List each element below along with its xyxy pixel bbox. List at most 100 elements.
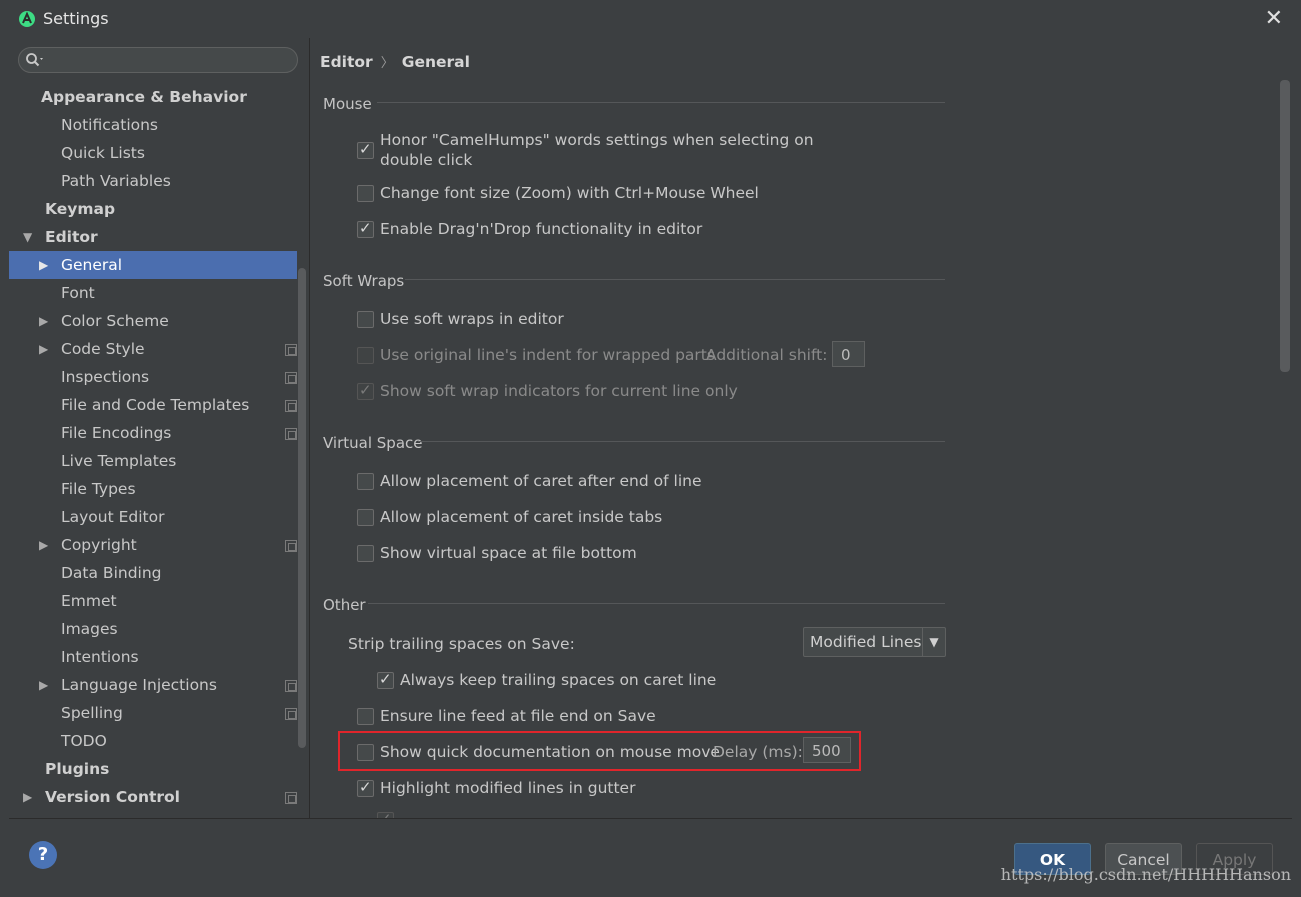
keep-trailing-checkbox[interactable]: [377, 670, 394, 689]
settings-sidebar: Appearance & Behavior Notifications Quick …: [9, 38, 310, 818]
sidebar-item[interactable]: Layout Editor: [9, 503, 297, 531]
sidebar-item[interactable]: Spelling: [9, 699, 297, 727]
sidebar-item[interactable]: Live Templates: [9, 447, 297, 475]
virtual-bottom-label: Show virtual space at file bottom: [380, 544, 637, 562]
close-icon[interactable]: ✕: [1265, 6, 1283, 32]
sidebar-item[interactable]: Images: [9, 615, 297, 643]
quick-doc-label: Show quick documentation on mouse move: [380, 743, 720, 761]
collapsed-arrow-icon[interactable]: ▶: [23, 783, 32, 811]
collapsed-arrow-icon[interactable]: ▶: [39, 335, 48, 363]
caret-after-end-checkbox[interactable]: [357, 473, 374, 490]
collapsed-arrow-icon[interactable]: ▶: [39, 531, 48, 559]
sidebar-item[interactable]: Quick Lists: [9, 139, 297, 167]
sidebar-item-label: General: [61, 256, 123, 274]
settings-content: Editor 〉 General Mouse Honor "CamelHumps" …: [310, 38, 1301, 818]
breadcrumb-separator: 〉: [380, 56, 394, 71]
sidebar-item-label: File and Code Templates: [61, 396, 250, 414]
strip-spaces-select[interactable]: Modified Lines ▼: [803, 627, 946, 657]
additional-shift-label: Additional shift:: [706, 346, 828, 364]
sidebar-item-label: Intentions: [61, 648, 139, 666]
sidebar-item[interactable]: ▼ Editor: [9, 223, 297, 251]
sidebar-item-label: Data Binding: [61, 564, 162, 582]
section-divider: [368, 603, 945, 604]
sidebar-item[interactable]: Keymap: [9, 195, 297, 223]
breadcrumb-parent[interactable]: Editor: [320, 53, 373, 71]
zoom-label: Change font size (Zoom) with Ctrl+Mouse …: [380, 184, 759, 202]
sidebar-item[interactable]: Notifications: [9, 111, 297, 139]
section-virtual-title: Virtual Space: [323, 434, 423, 452]
sidebar-item-label: Quick Lists: [61, 144, 145, 162]
additional-shift-field[interactable]: 0: [832, 341, 865, 367]
wrap-indent-checkbox[interactable]: [357, 347, 374, 364]
sidebar-item[interactable]: Emmet: [9, 587, 297, 615]
line-feed-checkbox[interactable]: [357, 708, 374, 725]
camelhumps-checkbox[interactable]: [357, 140, 374, 159]
help-icon[interactable]: ?: [29, 841, 57, 869]
sidebar-item-label: Spelling: [61, 704, 123, 722]
zoom-checkbox[interactable]: [357, 185, 374, 202]
section-mouse-title: Mouse: [323, 95, 372, 113]
sidebar-item[interactable]: ▶ Code Style: [9, 335, 297, 363]
section-softwraps-title: Soft Wraps: [323, 272, 405, 290]
virtual-bottom-checkbox[interactable]: [357, 545, 374, 562]
sidebar-item[interactable]: Font: [9, 279, 297, 307]
content-scrollbar[interactable]: [1280, 80, 1290, 372]
delay-field[interactable]: 500: [803, 737, 851, 763]
sidebar-item-label: Keymap: [45, 200, 116, 218]
softwraps-checkbox[interactable]: [357, 311, 374, 328]
sidebar-item-label: TODO: [61, 732, 107, 750]
sidebar-item[interactable]: ▶ Copyright: [9, 531, 297, 559]
delay-label: Delay (ms):: [713, 743, 803, 761]
sidebar-item-label: Images: [61, 620, 118, 638]
sidebar-item-label: Version Control: [45, 788, 180, 806]
caret-inside-tabs-label: Allow placement of caret inside tabs: [380, 508, 663, 526]
sidebar-item[interactable]: ▶ Version Control: [9, 783, 297, 811]
sidebar-item-label: Code Style: [61, 340, 145, 358]
collapsed-arrow-icon[interactable]: ▶: [39, 671, 48, 699]
collapsed-arrow-icon[interactable]: ▶: [39, 251, 48, 279]
project-scope-icon: [285, 428, 297, 440]
sidebar-item[interactable]: Path Variables: [9, 167, 297, 195]
collapsed-arrow-icon[interactable]: ▶: [39, 307, 48, 335]
sidebar-item[interactable]: ▶ Color Scheme: [9, 307, 297, 335]
sidebar-item-label: Editor: [45, 228, 98, 246]
project-scope-icon: [285, 400, 297, 412]
wrap-indent-label: Use original line's indent for wrapped p…: [380, 346, 715, 364]
project-scope-icon: [285, 708, 297, 720]
search-input[interactable]: [18, 47, 298, 73]
sidebar-item-label: Appearance & Behavior: [41, 88, 247, 106]
section-other-title: Other: [323, 596, 366, 614]
sidebar-item[interactable]: Plugins: [9, 755, 297, 783]
sidebar-item[interactable]: ▶ General: [9, 251, 297, 279]
sidebar-item[interactable]: Appearance & Behavior: [9, 83, 297, 111]
sidebar-item[interactable]: File and Code Templates: [9, 391, 297, 419]
sidebar-item-label: Inspections: [61, 368, 150, 386]
dragdrop-checkbox[interactable]: [357, 219, 374, 238]
caret-inside-tabs-checkbox[interactable]: [357, 509, 374, 526]
sidebar-item[interactable]: ▶ Language Injections: [9, 671, 297, 699]
dragdrop-label: Enable Drag'n'Drop functionality in edit…: [380, 220, 703, 238]
sidebar-item[interactable]: Data Binding: [9, 559, 297, 587]
sidebar-item[interactable]: File Encodings: [9, 419, 297, 447]
project-scope-icon: [285, 540, 297, 552]
project-scope-icon: [285, 792, 297, 804]
expanded-arrow-icon[interactable]: ▼: [23, 223, 32, 251]
sidebar-item[interactable]: Inspections: [9, 363, 297, 391]
sidebar-item-label: File Encodings: [61, 424, 172, 442]
sidebar-item[interactable]: File Types: [9, 475, 297, 503]
sidebar-scrollbar[interactable]: [298, 268, 306, 748]
sidebar-item[interactable]: TODO: [9, 727, 297, 755]
quick-doc-checkbox[interactable]: [357, 744, 374, 761]
sidebar-item-label: Live Templates: [61, 452, 177, 470]
sidebar-item-label: Copyright: [61, 536, 137, 554]
project-scope-icon: [285, 372, 297, 384]
sidebar-item-label: Color Scheme: [61, 312, 169, 330]
highlight-modified-checkbox[interactable]: [357, 778, 374, 797]
camelhumps-label-line2: double click: [380, 151, 473, 169]
sidebar-item[interactable]: Intentions: [9, 643, 297, 671]
project-scope-icon: [285, 680, 297, 692]
wrap-indicators-checkbox[interactable]: [357, 381, 374, 400]
section-divider: [377, 102, 945, 103]
title-bar: Settings ✕: [0, 0, 1301, 39]
sidebar-item-label: Emmet: [61, 592, 117, 610]
